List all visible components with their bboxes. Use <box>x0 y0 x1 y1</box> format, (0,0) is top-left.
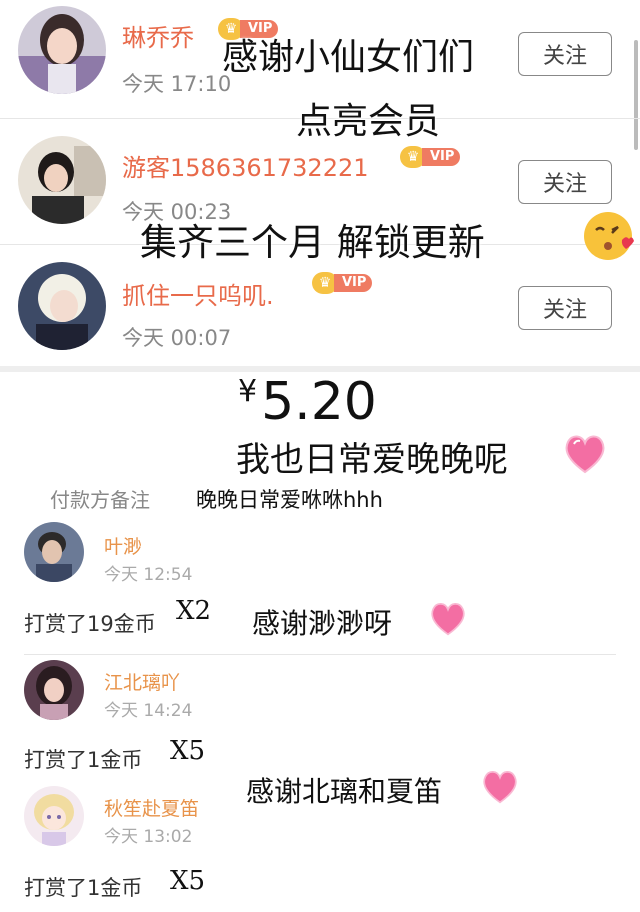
avatar[interactable] <box>24 522 84 582</box>
follow-button[interactable]: 关注 <box>518 286 612 330</box>
overlay-caption: 感谢渺渺呀 <box>252 607 393 640</box>
heart-icon <box>562 432 608 478</box>
payment-note-label: 付款方备注 <box>50 488 150 512</box>
payment-card: ¥5.20 我也日常爱晚晚呢 付款方备注 晚晚日常爱咻咻hhh <box>0 366 640 520</box>
follower-name: 抓住一只呜叽. <box>122 282 274 310</box>
overlay-caption: 感谢北璃和夏笛 <box>246 775 443 808</box>
reward-text: 打赏了19金币 <box>24 612 156 636</box>
reward-time: 今天 13:02 <box>104 827 193 847</box>
reward-text: 打赏了1金币 <box>24 748 143 772</box>
avatar[interactable] <box>18 136 106 224</box>
vip-badge: ♛ VIP <box>312 272 373 294</box>
avatar[interactable] <box>24 660 84 720</box>
follow-button[interactable]: 关注 <box>518 32 612 76</box>
overlay-caption: 点亮会员 <box>296 101 441 142</box>
follower-name: 琳乔乔 <box>122 24 194 52</box>
reward-list: 叶渺 今天 12:54 打赏了19金币 X2 感谢渺渺呀 江北璃吖 今天 14:… <box>0 514 640 912</box>
follower-name: 游客1586361732221 <box>122 154 369 182</box>
avatar[interactable] <box>24 786 84 846</box>
reward-text: 打赏了1金币 <box>24 876 143 900</box>
reward-multiplier: X5 <box>170 736 206 766</box>
reward-user-name: 江北璃吖 <box>104 672 181 694</box>
reward-multiplier: X2 <box>176 596 212 626</box>
follow-button[interactable]: 关注 <box>518 160 612 204</box>
heart-icon <box>428 600 468 640</box>
reward-multiplier: X5 <box>170 866 206 896</box>
reward-user-name: 叶渺 <box>104 536 143 558</box>
kiss-emoji-icon <box>582 210 634 266</box>
avatar[interactable] <box>18 262 106 350</box>
follower-list: 琳乔乔 ♛ VIP 今天 17:10 关注 游客1586361732221 ♛ … <box>0 0 640 360</box>
reward-time: 今天 14:24 <box>104 701 193 721</box>
overlay-caption: 我也日常爱晚晚呢 <box>236 440 508 480</box>
reward-user-name: 秋笙赴夏笛 <box>104 798 200 820</box>
reward-time: 今天 12:54 <box>104 565 193 585</box>
payment-note: 晚晚日常爱咻咻hhh <box>196 488 383 512</box>
avatar[interactable] <box>18 6 106 94</box>
follower-time: 今天 00:07 <box>122 326 232 350</box>
payment-amount: ¥5.20 <box>238 372 377 432</box>
divider <box>24 654 616 655</box>
overlay-caption: 感谢小仙女们们 <box>222 37 475 78</box>
overlay-caption: 集齐三个月 解锁更新 <box>140 221 485 264</box>
heart-icon <box>480 768 520 808</box>
vip-badge: ♛ VIP <box>400 146 461 168</box>
follower-time: 今天 17:10 <box>122 72 232 96</box>
